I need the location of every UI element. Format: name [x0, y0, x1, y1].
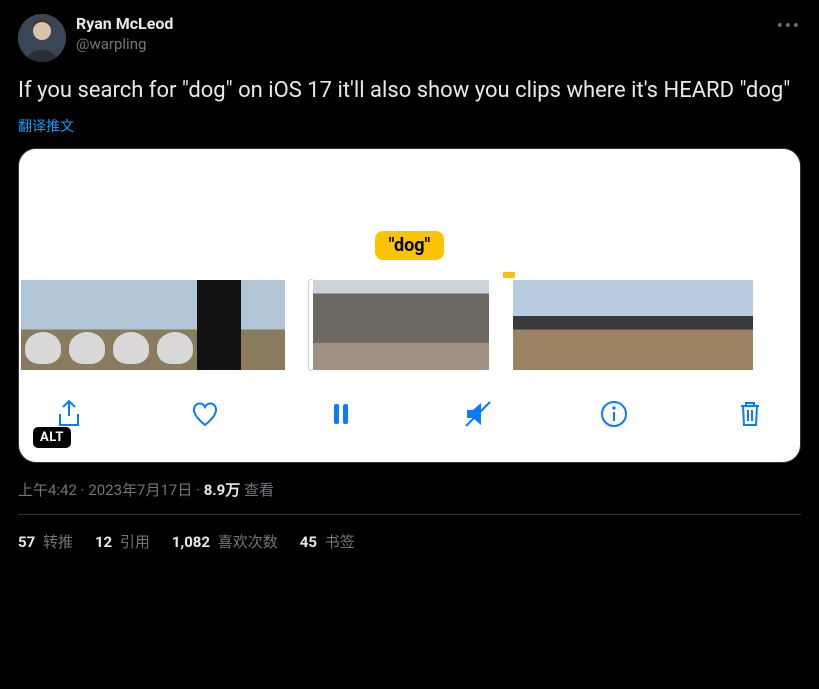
- avatar[interactable]: [18, 14, 66, 62]
- info-icon[interactable]: [594, 394, 634, 434]
- timeline-thumb: [65, 280, 109, 370]
- timeline-thumb: [713, 280, 753, 370]
- translate-link[interactable]: 翻译推文: [18, 116, 74, 136]
- timeline-thumb: [593, 280, 633, 370]
- media-card[interactable]: "dog": [18, 148, 801, 463]
- trash-icon[interactable]: [730, 394, 770, 434]
- video-timeline[interactable]: [19, 280, 800, 370]
- tweet-stats: 57 转推 12 引用 1,082 喜欢次数 45 书签: [18, 515, 801, 552]
- timeline-thumb: [109, 280, 153, 370]
- timeline-thumb: [153, 280, 197, 370]
- alt-badge[interactable]: ALT: [33, 427, 71, 448]
- views-count[interactable]: 8.9万: [204, 481, 241, 499]
- user-info: Ryan McLeod @warpling: [76, 14, 173, 54]
- avatar-image: [18, 14, 66, 62]
- caption-bubble: "dog": [375, 231, 445, 260]
- likes-stat[interactable]: 1,082 喜欢次数: [172, 531, 278, 552]
- tweet-container: Ryan McLeod @warpling ••• If you search …: [0, 0, 819, 552]
- pause-icon[interactable]: [321, 394, 361, 434]
- tweet-header: Ryan McLeod @warpling •••: [18, 14, 801, 62]
- bookmarks-stat[interactable]: 45 书签: [300, 531, 355, 552]
- timeline-thumb: [553, 280, 593, 370]
- user-handle[interactable]: @warpling: [76, 35, 173, 55]
- quotes-stat[interactable]: 12 引用: [95, 531, 150, 552]
- tweet-meta: 上午4:42 · 2023年7月17日 · 8.9万 查看: [18, 479, 801, 515]
- display-name[interactable]: Ryan McLeod: [76, 14, 173, 35]
- timeline-thumb: [313, 280, 357, 370]
- retweets-stat[interactable]: 57 转推: [18, 531, 73, 552]
- tweet-date[interactable]: 2023年7月17日: [88, 481, 192, 499]
- timeline-thumb: [21, 280, 65, 370]
- media-blank-area: [19, 149, 800, 224]
- timeline-thumb: [401, 280, 445, 370]
- timeline-thumb: [197, 280, 241, 370]
- timeline-thumb: [357, 280, 401, 370]
- tweet-time[interactable]: 上午4:42: [18, 481, 77, 499]
- clip-group-1[interactable]: [21, 280, 285, 370]
- timeline-thumb: [673, 280, 713, 370]
- caption-pointer: [503, 272, 515, 278]
- more-icon[interactable]: •••: [777, 16, 801, 37]
- tweet-text: If you search for "dog" on iOS 17 it'll …: [18, 76, 801, 106]
- timeline-thumb: [633, 280, 673, 370]
- timeline-thumb: [445, 280, 489, 370]
- clip-group-2[interactable]: [309, 280, 489, 370]
- timeline-thumb: [241, 280, 285, 370]
- caption-bubble-row: "dog": [19, 224, 800, 260]
- mute-icon[interactable]: [458, 394, 498, 434]
- views-label: 查看: [240, 481, 274, 499]
- clip-group-3[interactable]: [513, 280, 753, 370]
- media-toolbar: [19, 370, 800, 462]
- heart-icon[interactable]: [185, 394, 225, 434]
- timeline-thumb: [513, 280, 553, 370]
